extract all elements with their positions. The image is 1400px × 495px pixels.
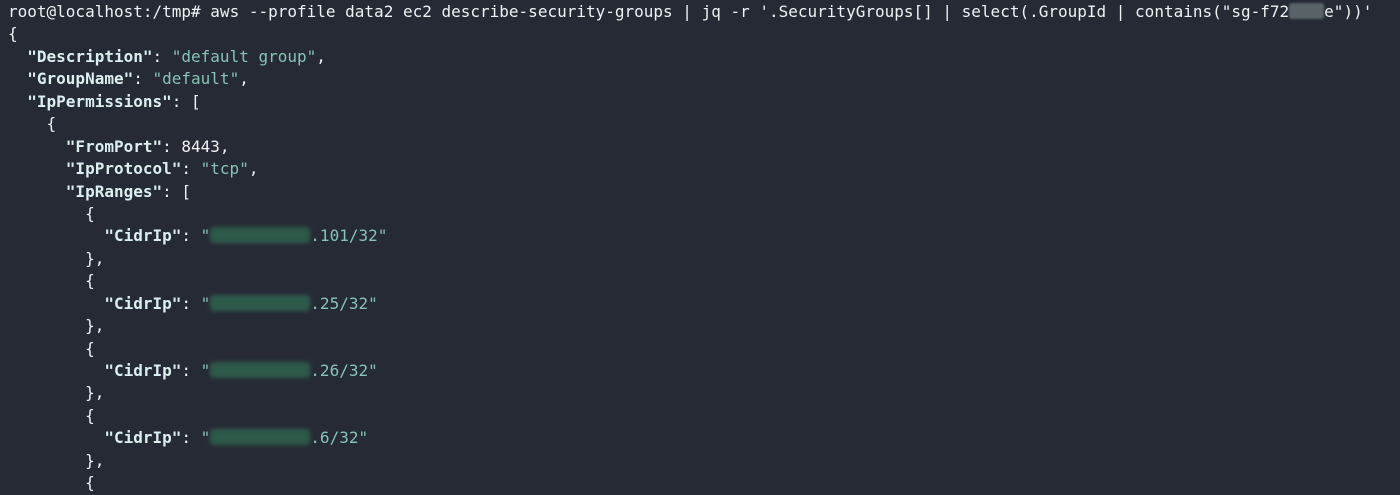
json-line: { [8,203,95,223]
command-text-end: e"))' [1324,2,1373,21]
json-key: "IpPermissions" [27,91,172,111]
json-line: }, [8,450,105,470]
json-line: { [8,473,95,493]
cidr-line: "CidrIp": " .101/32" [104,226,388,246]
json-value: .6/32" [310,428,369,448]
json-value: .26/32" [310,361,378,380]
json-line: }, [8,383,105,403]
json-line: "FromPort": 8443, [65,136,230,156]
json-line: "Description": "default group", [27,46,326,66]
brace: { [8,24,18,44]
cidr-line: "CidrIp": " .26/32" [104,361,378,380]
json-line: { [8,114,57,134]
json-key: "CidrIp" [104,361,182,380]
json-line: "IpPermissions": [ [27,91,201,111]
json-value: "default" [152,69,240,89]
terminal-output: root@localhost:/tmp# aws --profile data2… [8,1,1372,495]
json-line: { [8,338,95,358]
json-line: "GroupName": "default", [27,69,249,89]
json-line: "IpRanges": [ [65,181,192,201]
redacted-ip [210,294,311,311]
json-value: .101/32" [310,226,388,246]
cidr-line: "CidrIp": " .25/32" [104,293,378,313]
json-line: }, [8,316,105,336]
json-key: "GroupName" [27,69,134,89]
json-line: { [8,23,1372,45]
json-value: 8443 [181,136,220,156]
redacted-ip [210,362,311,378]
command-text: aws --profile data2 ec2 describe-securit… [210,2,1290,21]
json-line: "IpProtocol": "tcp", [65,159,259,179]
cidr-line: "CidrIp": " .6/32" [104,428,369,448]
json-value: "default group" [171,46,317,66]
json-key: "CidrIp" [104,226,182,246]
json-line: }, [8,248,105,268]
command-line: root@localhost:/tmp# aws --profile data2… [8,1,1372,23]
json-key: "CidrIp" [104,428,182,448]
json-line: { [8,271,95,291]
json-value: .25/32" [310,293,378,313]
json-key: "FromPort" [65,136,163,156]
json-key: "IpProtocol" [65,159,182,179]
json-key: "IpRanges" [65,181,163,201]
shell-prompt: root@localhost:/tmp# [8,2,211,21]
redacted-ip [210,227,311,244]
json-key: "CidrIp" [104,293,182,313]
json-key: "Description" [27,46,153,66]
json-value: "tcp" [200,159,249,179]
redacted-group-id [1289,3,1325,19]
redacted-ip [210,429,311,446]
json-line: { [8,405,95,425]
